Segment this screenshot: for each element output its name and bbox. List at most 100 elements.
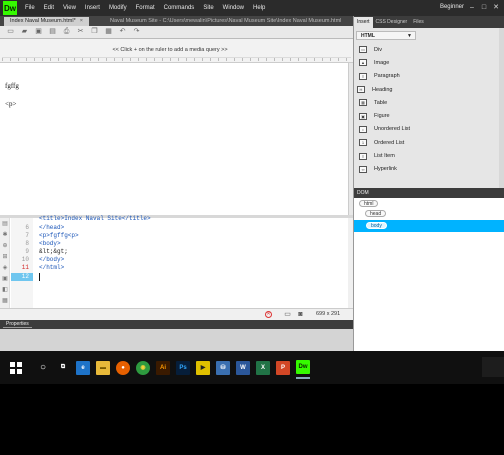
close-tab-icon[interactable]: × (80, 18, 83, 24)
menu-file[interactable]: File (25, 5, 35, 11)
insert-panel-scrollbar[interactable] (499, 28, 504, 188)
open-file-icon[interactable]: ▰ (20, 28, 29, 36)
photoshop-icon: Ps (176, 360, 190, 375)
dom-node-html[interactable]: html (359, 200, 379, 207)
insert-item-ordered-list[interactable]: 1 Ordered List (354, 136, 504, 149)
document-tab-label: Index Naval Museum.html* (10, 18, 76, 24)
live-view[interactable]: fgffg <p> (0, 63, 353, 215)
firefox-icon: ● (116, 360, 130, 375)
taskbar-app-chrome[interactable]: ◉ (136, 357, 150, 379)
taskbar-app-powerpoint[interactable]: P (276, 357, 290, 379)
insert-item-label: List Item (374, 153, 395, 160)
properties-body (0, 329, 353, 351)
taskbar-app-edge[interactable]: e (76, 357, 90, 379)
error-icon[interactable]: ✕ (265, 311, 272, 318)
insert-item-hyperlink[interactable]: ∞ Hyperlink (354, 163, 504, 176)
undo-icon[interactable]: ↶ (118, 28, 127, 36)
insert-item-paragraph[interactable]: ≡ Paragraph (354, 70, 504, 83)
taskbar-app-media-player[interactable]: ▶ (196, 357, 210, 379)
taskbar-app-firefox[interactable]: ● (116, 357, 130, 379)
remove-comment-icon[interactable]: ◧ (1, 286, 9, 295)
right-panel: Insert CSS Designer Files HTML ▼ ▭ Div ▲… (353, 16, 504, 351)
media-query-bar[interactable]: << Click + on the ruler to add a media q… (0, 39, 353, 63)
menu-help[interactable]: Help (253, 5, 265, 11)
live-text-paragraph: fgffg (5, 82, 19, 90)
start-button[interactable] (6, 357, 26, 379)
insert-item-table[interactable]: ▦ Table (354, 96, 504, 109)
collapse-tag-icon[interactable]: ✱ (1, 231, 9, 240)
windows-taskbar: ○ ⧉ e ▬ ● ◉ Ai Ps ▶ ⛁ W X P Dw (0, 351, 504, 384)
insert-item-div[interactable]: ▭ Div (354, 43, 504, 56)
taskbar-app-photoshop[interactable]: Ps (176, 357, 190, 379)
menu-commands[interactable]: Commands (164, 5, 195, 11)
line-number: 6 (25, 224, 29, 231)
insert-item-heading[interactable]: H Heading (354, 83, 504, 96)
maximize-button[interactable]: □ (478, 2, 490, 13)
code-view[interactable]: ▤ ✱ ⊕ ⊞ ◈ ▣ ◧ ▦ <title>Index Naval Site<… (0, 215, 353, 308)
status-bar: ✕ ▭ ◙ 699 x 291 (0, 308, 353, 320)
live-text-escaped-tag: <p> (5, 100, 17, 108)
save-all-icon[interactable]: ▤ (48, 28, 57, 36)
insert-list: ▭ Div ▲ Image ≡ Paragraph H Heading ▦ Ta… (354, 43, 504, 176)
taskbar-app-word[interactable]: W (236, 357, 250, 379)
paste-icon[interactable]: ▦ (104, 28, 113, 36)
word-icon: W (236, 360, 250, 375)
save-icon[interactable]: ▣ (34, 28, 43, 36)
taskbar-app-dreamweaver[interactable]: Dw (296, 357, 310, 379)
close-button[interactable]: ✕ (490, 2, 502, 13)
media-query-ruler[interactable] (2, 57, 351, 61)
desktop-size-icon[interactable]: ▭ (283, 311, 292, 319)
dom-panel-title[interactable]: DOM (357, 189, 369, 197)
menu-modify[interactable]: Modify (109, 5, 127, 11)
taskbar-app-file-explorer[interactable]: ▬ (96, 357, 110, 379)
apply-comment-icon[interactable]: ▣ (1, 275, 9, 284)
print-icon[interactable]: ⎙ (62, 28, 71, 36)
copy-icon[interactable]: ❐ (90, 28, 99, 36)
dreamweaver-window: Dw File Edit View Insert Modify Format C… (0, 0, 504, 351)
wrap-tag-icon[interactable]: ▦ (1, 297, 9, 306)
document-tab[interactable]: Index Naval Museum.html* × (4, 17, 89, 26)
minimize-button[interactable]: – (466, 2, 478, 13)
line-number: 7 (25, 232, 29, 239)
insert-category-select[interactable]: HTML ▼ (356, 31, 416, 40)
collapse-selection-icon[interactable]: ⊕ (1, 242, 9, 251)
code-line-current[interactable]: 12 (11, 273, 351, 281)
properties-tab[interactable]: Properties (3, 321, 32, 328)
window-size-dropdown[interactable]: 699 x 291 (316, 311, 340, 317)
insert-item-list-item[interactable]: ≡ List Item (354, 149, 504, 162)
dom-node-head[interactable]: head (365, 210, 387, 217)
tab-css-designer[interactable]: CSS Designer (373, 17, 411, 28)
taskbar-app-excel[interactable]: X (256, 357, 270, 379)
preview-icon[interactable]: ◙ (296, 311, 305, 319)
heading-icon: H (357, 86, 365, 94)
insert-item-figure[interactable]: ▣ Figure (354, 109, 504, 122)
taskbar-app-illustrator[interactable]: Ai (156, 357, 170, 379)
menu-site[interactable]: Site (203, 5, 213, 11)
tab-insert[interactable]: Insert (354, 17, 373, 28)
cut-icon[interactable]: ✂ (76, 28, 85, 36)
menu-bar: Dw File Edit View Insert Modify Format C… (0, 0, 504, 16)
insert-item-unordered-list[interactable]: • Unordered List (354, 123, 504, 136)
tab-files[interactable]: Files (410, 17, 427, 28)
menu-format[interactable]: Format (136, 5, 155, 11)
menu-view[interactable]: View (63, 5, 76, 11)
code-text: </html> (39, 264, 65, 271)
select-parent-tag-icon[interactable]: ◈ (1, 264, 9, 273)
workspace-switcher[interactable]: Beginner (440, 4, 464, 10)
folder-icon: ▬ (96, 360, 110, 375)
open-documents-icon[interactable]: ▤ (1, 220, 9, 229)
dom-node-body[interactable]: body (366, 222, 387, 229)
menu-insert[interactable]: Insert (85, 5, 100, 11)
insert-item-image[interactable]: ▲ Image (354, 56, 504, 69)
redo-icon[interactable]: ↷ (132, 28, 141, 36)
main-menu: File Edit View Insert Modify Format Comm… (25, 5, 274, 11)
taskbar-app-search[interactable]: ○ (36, 357, 50, 379)
new-file-icon[interactable]: ▭ (6, 28, 15, 36)
document-path: Naval Museum Site - C:\Users\mewalin\Pic… (110, 18, 342, 24)
dom-selected-row[interactable]: body (354, 220, 504, 232)
menu-edit[interactable]: Edit (44, 5, 54, 11)
expand-all-icon[interactable]: ⊞ (1, 253, 9, 262)
taskbar-app-task-view[interactable]: ⧉ (56, 357, 70, 379)
menu-window[interactable]: Window (223, 5, 244, 11)
taskbar-app-network[interactable]: ⛁ (216, 357, 230, 379)
